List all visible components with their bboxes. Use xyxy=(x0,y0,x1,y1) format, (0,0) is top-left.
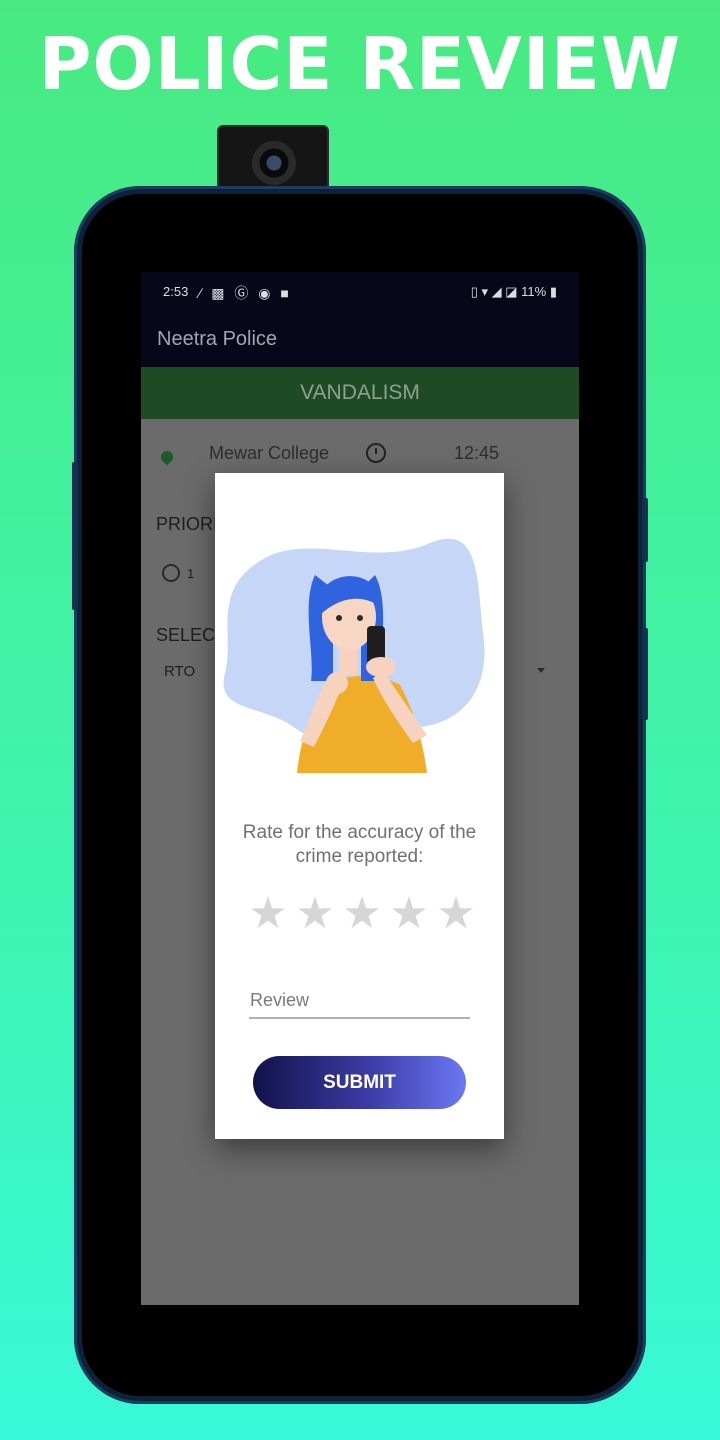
review-input[interactable] xyxy=(249,985,470,1019)
camera-lens-icon xyxy=(252,141,296,185)
dropdown-caret-icon[interactable] xyxy=(537,668,545,673)
popup-camera xyxy=(217,125,329,191)
department-select[interactable]: RTO xyxy=(164,663,195,680)
rating-prompt: Rate for the accuracy of the crime repor… xyxy=(242,822,477,867)
submit-button[interactable]: SUBMIT xyxy=(253,1056,466,1109)
battery-icon: ▮ xyxy=(546,284,557,299)
battery-percent: 11% xyxy=(521,284,547,299)
clock-icon xyxy=(366,443,386,463)
app-bar: Neetra Police xyxy=(141,312,579,367)
star-icon-4[interactable]: ★ xyxy=(388,892,430,936)
page-headline: POLICE REVIEW xyxy=(38,22,682,106)
phone-side-button-right-lower xyxy=(642,628,648,720)
report-time: 12:45 xyxy=(454,443,500,463)
status-right: ▯ ▾ ◢ ◪ 11% ▮ xyxy=(471,284,557,300)
status-bar: 2:53 ∕ ▩ Ⓖ ◉ ■ ▯ ▾ ◢ ◪ 11% ▮ xyxy=(141,272,579,312)
app-title: Neetra Police xyxy=(157,328,278,350)
review-dialog: Rate for the accuracy of the crime repor… xyxy=(215,473,504,1139)
woman-phone-illustration xyxy=(223,538,485,773)
star-icon-1[interactable]: ★ xyxy=(247,892,289,936)
status-time: 2:53 xyxy=(163,284,189,299)
priority-label: PRIORI xyxy=(156,514,219,534)
star-rating[interactable]: ★ ★ ★ ★ ★ xyxy=(247,892,477,939)
signal-icons: ▯ ▾ ◢ ◪ xyxy=(470,284,522,299)
location-text: Mewar College xyxy=(209,443,330,463)
location-row: Mewar College 12:45 xyxy=(141,437,579,477)
priority-radio-1[interactable] xyxy=(162,564,180,582)
phone-side-button-right-upper xyxy=(642,498,648,562)
priority-radio-label: 1 xyxy=(187,566,195,581)
star-icon-2[interactable]: ★ xyxy=(294,892,336,936)
star-icon-3[interactable]: ★ xyxy=(341,892,383,936)
phone-side-button-left xyxy=(72,462,78,610)
location-pin-icon xyxy=(158,448,176,466)
category-header: VANDALISM xyxy=(141,367,579,419)
notification-icons: ∕ ▩ Ⓖ ◉ ■ xyxy=(199,285,292,301)
star-icon-5[interactable]: ★ xyxy=(435,892,477,936)
